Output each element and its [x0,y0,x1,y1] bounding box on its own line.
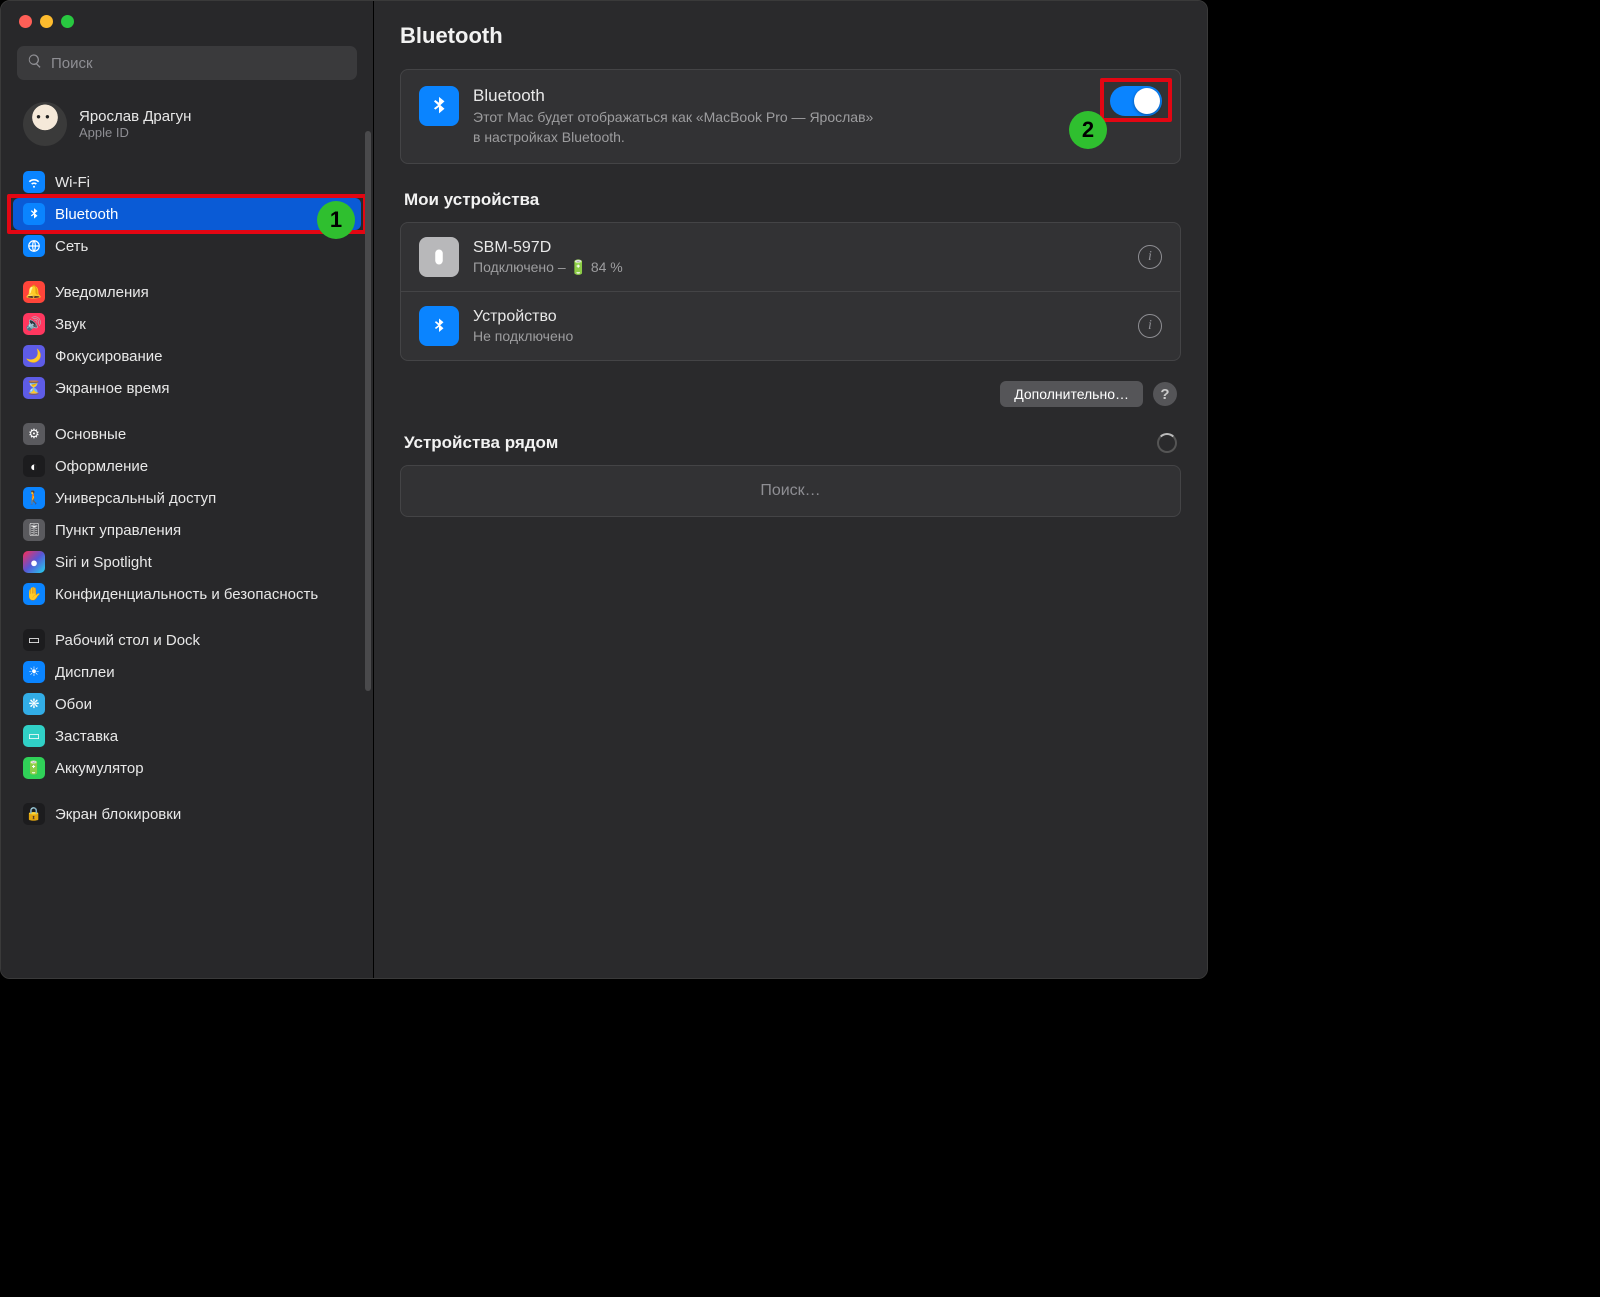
main-panel: Bluetooth Bluetooth Этот Mac будет отобр… [374,1,1207,978]
sidebar-item-label: Уведомления [55,284,149,301]
my-devices-heading: Мои устройства [404,190,1177,210]
sidebar-item-label: Wi-Fi [55,174,90,191]
apple-id-row[interactable]: Ярослав Драгун Apple ID [1,92,373,160]
sidebar-item-screentime[interactable]: ⏳ Экранное время [13,372,361,404]
sidebar-item-wifi[interactable]: Wi-Fi [13,166,361,198]
sidebar-item-battery[interactable]: 🔋 Аккумулятор [13,752,361,784]
sidebar-item-label: Siri и Spotlight [55,554,152,571]
brightness-icon: ☀ [23,661,45,683]
sidebar-item-screensaver[interactable]: ▭ Заставка [13,720,361,752]
bell-icon: 🔔 [23,281,45,303]
device-row[interactable]: Устройство Не подключено i [401,292,1180,360]
flower-icon: ❋ [23,693,45,715]
sidebar-item-label: Экранное время [55,380,170,397]
close-window-button[interactable] [19,15,32,28]
device-row[interactable]: SBM-597D Подключено – 🔋 84 % i [401,223,1180,292]
search-field[interactable] [17,46,357,80]
device-status: Не подключено [473,328,573,344]
bluetooth-icon [419,306,459,346]
appearance-icon: ◐ [23,455,45,477]
device-name: Устройство [473,308,573,326]
sidebar-item-accessibility[interactable]: 🚶 Универсальный доступ [13,482,361,514]
bluetooth-icon [23,203,45,225]
speaker-icon: 🔊 [23,313,45,335]
gear-icon: ⚙ [23,423,45,445]
mouse-icon [419,237,459,277]
help-button[interactable]: ? [1153,382,1177,406]
device-info-button[interactable]: i [1138,245,1162,269]
settings-window: Ярослав Драгун Apple ID Wi-Fi Bluetooth [0,0,1208,979]
device-status: Подключено – 🔋 84 % [473,259,623,276]
sidebar-item-label: Универсальный доступ [55,490,216,507]
user-sub: Apple ID [79,125,191,140]
sidebar-item-appearance[interactable]: ◐ Оформление [13,450,361,482]
advanced-button[interactable]: Дополнительно… [1000,381,1143,407]
sidebar-item-label: Обои [55,696,92,713]
sidebar-item-sound[interactable]: 🔊 Звук [13,308,361,340]
sidebar-item-label: Оформление [55,458,148,475]
bluetooth-card-title: Bluetooth [473,86,873,106]
sidebar-item-bluetooth[interactable]: Bluetooth [13,198,361,230]
sidebar-item-label: Конфиденциальность и безопасность [55,586,318,603]
bluetooth-toggle[interactable] [1110,86,1162,116]
zoom-window-button[interactable] [61,15,74,28]
searching-label: Поиск… [401,466,1180,516]
sidebar-item-displays[interactable]: ☀ Дисплеи [13,656,361,688]
device-info-button[interactable]: i [1138,314,1162,338]
sidebar-item-label: Рабочий стол и Dock [55,632,200,649]
sidebar-item-label: Bluetooth [55,206,118,223]
sidebar-item-label: Пункт управления [55,522,181,539]
hand-icon: ✋ [23,583,45,605]
sidebar-item-label: Заставка [55,728,118,745]
sidebar-item-lockscreen[interactable]: 🔒 Экран блокировки [13,798,361,830]
sidebar-item-network[interactable]: Сеть [13,230,361,262]
sidebar-item-label: Экран блокировки [55,806,181,823]
bluetooth-status-card: Bluetooth Этот Mac будет отображаться ка… [400,69,1181,164]
sidebar-item-label: Звук [55,316,86,333]
sidebar: Ярослав Драгун Apple ID Wi-Fi Bluetooth [1,1,374,978]
bluetooth-card-desc: Этот Mac будет отображаться как «MacBook… [473,108,873,147]
sidebar-item-control-center[interactable]: 🎚 Пункт управления [13,514,361,546]
sidebar-item-wallpaper[interactable]: ❋ Обои [13,688,361,720]
nearby-devices-heading: Устройства рядом [404,433,558,453]
sidebar-item-label: Дисплеи [55,664,115,681]
sidebar-item-privacy[interactable]: ✋ Конфиденциальность и безопасность [13,578,361,610]
sidebar-item-label: Основные [55,426,126,443]
hourglass-icon: ⏳ [23,377,45,399]
device-name: SBM-597D [473,239,623,257]
annotation-badge-1: 1 [317,201,355,239]
siri-icon: ● [23,551,45,573]
sidebar-item-label: Фокусирование [55,348,163,365]
annotation-badge-2: 2 [1069,111,1107,149]
page-title: Bluetooth [400,23,1181,49]
search-input[interactable] [51,55,347,72]
screensaver-icon: ▭ [23,725,45,747]
nearby-devices-list: Поиск… [400,465,1181,517]
sidebar-item-desktop-dock[interactable]: ▭ Рабочий стол и Dock [13,624,361,656]
switches-icon: 🎚 [23,519,45,541]
loading-spinner-icon [1157,433,1177,453]
window-controls [1,1,373,38]
dock-icon: ▭ [23,629,45,651]
sidebar-item-siri[interactable]: ● Siri и Spotlight [13,546,361,578]
my-devices-list: SBM-597D Подключено – 🔋 84 % i Устройств… [400,222,1181,361]
sidebar-item-label: Сеть [55,238,88,255]
sidebar-item-notifications[interactable]: 🔔 Уведомления [13,276,361,308]
avatar [23,102,67,146]
minimize-window-button[interactable] [40,15,53,28]
lock-icon: 🔒 [23,803,45,825]
sidebar-scrollbar[interactable] [365,131,371,691]
moon-icon: 🌙 [23,345,45,367]
bluetooth-icon [419,86,459,126]
sidebar-item-focus[interactable]: 🌙 Фокусирование [13,340,361,372]
accessibility-icon: 🚶 [23,487,45,509]
user-name: Ярослав Драгун [79,108,191,125]
sidebar-nav: Wi-Fi Bluetooth Сеть [1,160,373,850]
sidebar-item-label: Аккумулятор [55,760,144,777]
search-icon [27,53,51,74]
battery-icon: 🔋 [23,757,45,779]
wifi-icon [23,171,45,193]
sidebar-item-general[interactable]: ⚙ Основные [13,418,361,450]
globe-icon [23,235,45,257]
